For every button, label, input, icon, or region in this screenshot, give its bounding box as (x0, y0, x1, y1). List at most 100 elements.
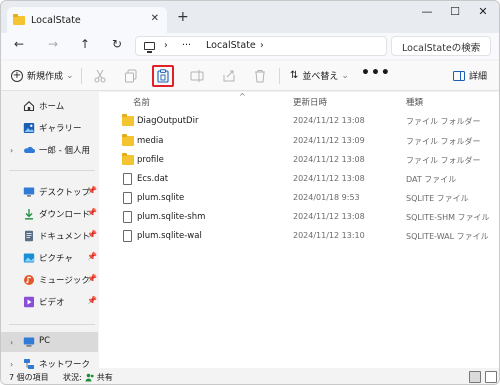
file-type: DAT ファイル (406, 175, 457, 184)
onedrive-icon (24, 146, 35, 153)
share-state: 状況: 共有 (63, 372, 113, 383)
forward-button[interactable]: → (45, 37, 61, 51)
file-icon (122, 211, 134, 223)
tiles-view-button[interactable] (485, 371, 497, 383)
sidebar-item-documents[interactable]: ドキュメント 📌 (1, 226, 98, 246)
breadcrumb-current[interactable]: LocalState (206, 40, 256, 51)
minimize-button[interactable]: — (417, 5, 437, 18)
more-options-button[interactable]: ••• (361, 65, 391, 81)
file-modified: 2024/11/12 13:09 (293, 136, 365, 145)
file-row[interactable]: profile 2024/11/12 13:08 ファイル フォルダー (119, 151, 491, 169)
sidebar-item-label: ダウンロード (39, 210, 91, 220)
sidebar-item-pc[interactable]: › PC (1, 332, 98, 352)
folder-icon (122, 153, 134, 165)
breadcrumb-separator[interactable]: › (164, 40, 168, 51)
expand-chevron-icon[interactable]: › (10, 338, 13, 347)
gallery-icon (23, 123, 35, 133)
chevron-down-icon: ⌄ (66, 70, 74, 81)
sidebar-item-label: ドキュメント (39, 232, 91, 242)
file-icon (122, 192, 134, 204)
rename-icon[interactable] (190, 69, 204, 83)
breadcrumb-chevron[interactable]: › (260, 40, 264, 51)
file-type: SQLITE-SHM ファイル (406, 213, 490, 222)
paste-icon[interactable] (156, 69, 170, 83)
sidebar-item-label: ミュージック (39, 276, 90, 286)
file-row[interactable]: DiagOutputDir 2024/11/12 13:08 ファイル フォルダ… (119, 112, 491, 130)
details-pane-button[interactable]: 詳細 (453, 69, 487, 82)
file-list-pane: 名前 ^ 更新日時 種類 DiagOutputDir 2024/11/12 13… (99, 92, 499, 368)
file-row[interactable]: plum.sqlite-shm 2024/11/12 13:08 SQLITE-… (119, 208, 491, 226)
tab-localstate[interactable]: LocalState ✕ (7, 7, 167, 33)
download-icon (25, 209, 33, 220)
column-header-type[interactable]: 種類 (406, 96, 423, 108)
documents-icon (25, 230, 33, 242)
cut-icon[interactable] (93, 69, 107, 83)
delete-icon[interactable] (253, 69, 267, 83)
file-modified: 2024/11/12 13:10 (293, 231, 365, 240)
tab-title: LocalState (31, 14, 81, 26)
state-label: 状況: (63, 373, 82, 382)
address-bar[interactable]: › ··· LocalState › (135, 36, 387, 56)
sidebar-item-music[interactable]: ミュージック 📌 (1, 270, 98, 290)
file-row[interactable]: media 2024/11/12 13:09 ファイル フォルダー (119, 132, 491, 150)
sidebar-item-gallery[interactable]: ギャラリー (1, 118, 98, 138)
sidebar-item-label: デスクトップ (39, 188, 91, 198)
sidebar-item-label: ホーム (39, 102, 65, 112)
sidebar-item-desktop[interactable]: デスクトップ 📌 (1, 182, 98, 202)
status-bar: 7 個の項目 状況: 共有 (1, 369, 499, 384)
file-name: plum.sqlite-shm (137, 212, 206, 222)
new-button[interactable]: + 新規作成 ⌄ (11, 69, 74, 82)
sidebar-item-videos[interactable]: ビデオ 📌 (1, 292, 98, 312)
file-type: ファイル フォルダー (406, 156, 481, 165)
sidebar-item-downloads[interactable]: ダウンロード 📌 (1, 204, 98, 224)
file-row[interactable]: plum.sqlite 2024/01/18 9:53 SQLITE ファイル (119, 189, 491, 207)
expand-chevron-icon[interactable]: › (10, 360, 13, 369)
new-tab-button[interactable]: + (177, 9, 189, 25)
details-pane-icon (453, 70, 465, 81)
details-view-button[interactable] (469, 371, 481, 383)
sidebar-divider (9, 170, 95, 171)
column-header-name[interactable]: 名前 ^ (133, 92, 246, 108)
file-modified: 2024/11/12 13:08 (293, 155, 365, 164)
folder-icon (122, 114, 134, 126)
file-name: DiagOutputDir (137, 116, 199, 126)
toolbar-divider (279, 68, 280, 84)
sidebar-item-label: ビデオ (39, 298, 65, 308)
file-row[interactable]: Ecs.dat 2024/11/12 13:08 DAT ファイル (119, 170, 491, 188)
up-button[interactable]: ↑ (77, 37, 93, 51)
home-icon (23, 101, 35, 112)
pin-icon: 📌 (87, 208, 97, 217)
file-row[interactable]: plum.sqlite-wal 2024/11/12 13:10 SQLITE-… (119, 227, 491, 245)
videos-icon (24, 296, 34, 308)
pc-icon (144, 42, 155, 53)
new-button-label: 新規作成 (27, 72, 64, 82)
sidebar-item-label: ギャラリー (39, 124, 82, 134)
pin-icon: 📌 (87, 252, 97, 261)
share-icon[interactable] (222, 69, 236, 83)
file-modified: 2024/01/18 9:53 (293, 193, 360, 202)
music-icon (24, 275, 34, 285)
command-bar: + 新規作成 ⌄ ⇅ 並べ替え ⌄ ••• 詳細 (1, 61, 499, 91)
file-name: plum.sqlite-wal (137, 231, 202, 241)
search-input[interactable]: LocalStateの検索 (391, 36, 491, 56)
refresh-button[interactable]: ↻ (109, 37, 125, 51)
toolbar-divider (81, 68, 82, 84)
pin-icon: 📌 (87, 230, 97, 239)
back-button[interactable]: ← (11, 37, 27, 51)
file-type: ファイル フォルダー (406, 137, 481, 146)
sidebar-item-onedrive[interactable]: › 一郎 - 個人用 (1, 140, 98, 160)
folder-icon (13, 13, 25, 25)
tab-close-icon[interactable]: ✕ (151, 13, 159, 24)
file-modified: 2024/11/12 13:08 (293, 174, 365, 183)
maximize-button[interactable]: ☐ (445, 5, 465, 18)
sort-button[interactable]: ⇅ 並べ替え ⌄ (290, 69, 349, 82)
copy-icon[interactable] (124, 69, 138, 83)
column-header-modified[interactable]: 更新日時 (293, 96, 327, 108)
sidebar-divider (9, 324, 95, 325)
sidebar-item-home[interactable]: ホーム (1, 96, 98, 116)
sidebar-item-pictures[interactable]: ピクチャ 📌 (1, 248, 98, 268)
close-button[interactable]: ✕ (473, 5, 493, 18)
expand-chevron-icon[interactable]: › (10, 146, 13, 155)
breadcrumb-overflow[interactable]: ··· (182, 40, 191, 51)
file-name: profile (137, 155, 164, 165)
